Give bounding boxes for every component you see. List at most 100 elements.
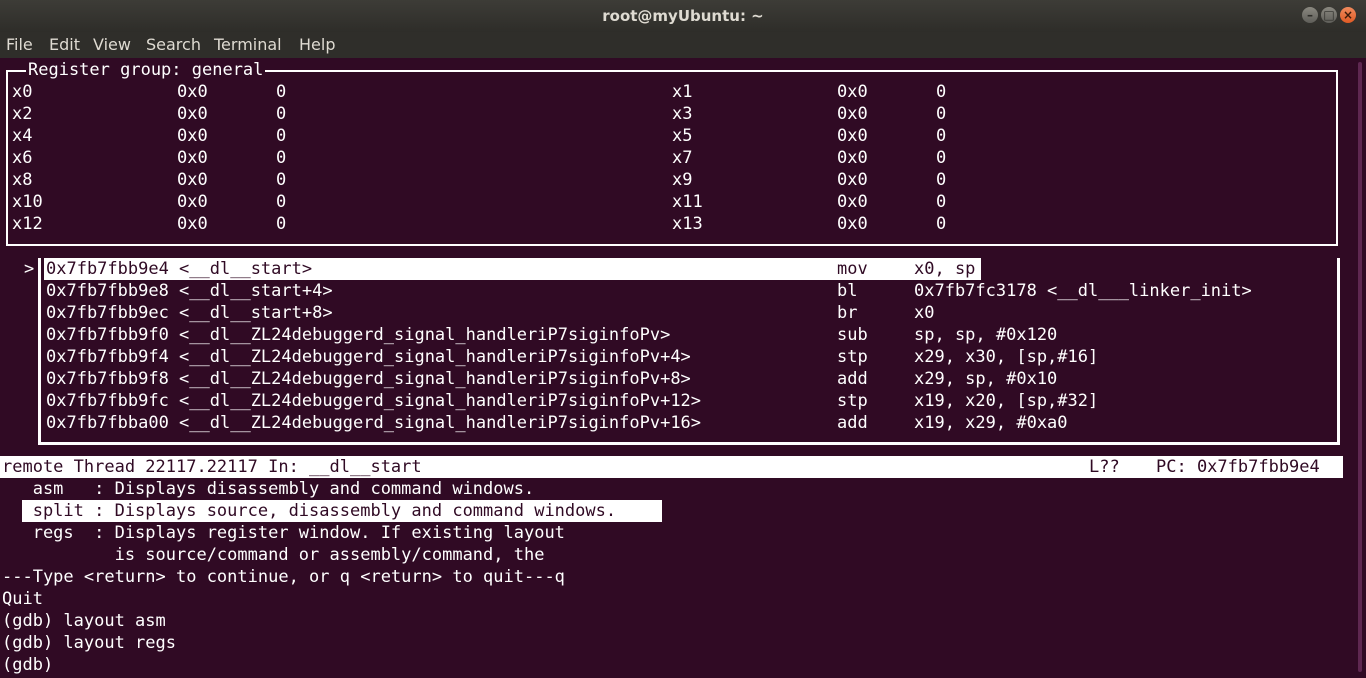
- asm-row: 0x7fb7fbb9f0 <__dl__ZL24debuggerd_signal…: [44, 324, 1332, 346]
- window-controls: – □ ×: [1302, 7, 1356, 23]
- register-r-hex: 0x0: [837, 148, 868, 168]
- asm-row: 0x7fb7fbb9fc <__dl__ZL24debuggerd_signal…: [44, 390, 1332, 412]
- asm-args: x0, sp: [914, 259, 976, 279]
- register-l-name: x4: [12, 126, 33, 146]
- register-l-name: x12: [12, 214, 43, 234]
- register-l-dec: 0: [276, 214, 287, 234]
- asm-addr: 0x7fb7fbb9f4 <__dl__ZL24debuggerd_signal…: [46, 347, 691, 367]
- menu-search[interactable]: Search: [146, 35, 201, 54]
- register-r-name: x11: [672, 192, 703, 212]
- menu-edit[interactable]: Edit: [49, 35, 80, 54]
- window-title: root@myUbuntu: ~: [602, 7, 764, 25]
- console-line: regs : Displays register window. If exis…: [2, 523, 565, 543]
- menu-help[interactable]: Help: [299, 35, 335, 54]
- register-r-name: x9: [672, 170, 693, 190]
- asm-op: add: [837, 369, 868, 389]
- asm-addr: 0x7fb7fbb9f0 <__dl__ZL24debuggerd_signal…: [46, 325, 671, 345]
- register-l-name: x10: [12, 192, 43, 212]
- maximize-icon[interactable]: □: [1321, 7, 1337, 23]
- register-r-hex: 0x0: [837, 82, 868, 102]
- asm-args: x19, x29, #0xa0: [914, 413, 1068, 433]
- register-r-dec: 0: [936, 82, 947, 102]
- asm-row: 0x7fb7fbb9e8 <__dl__start+4> bl 0x7fb7fc31…: [44, 280, 1332, 302]
- asm-args: x19, x20, [sp,#32]: [914, 391, 1099, 411]
- asm-args: x0: [914, 303, 935, 323]
- register-r-dec: 0: [936, 214, 947, 234]
- status-pc: PC: 0x7fb7fbb9e4: [1156, 457, 1320, 477]
- asm-args: x29, x30, [sp,#16]: [914, 347, 1099, 367]
- asm-addr: 0x7fb7fbb9ec <__dl__start+8>: [46, 303, 333, 323]
- asm-row: 0x7fb7fbba00 <__dl__ZL24debuggerd_signal…: [44, 412, 1332, 434]
- asm-op: stp: [837, 347, 868, 367]
- menu-terminal[interactable]: Terminal: [214, 35, 282, 54]
- console-line: asm : Displays disassembly and command w…: [2, 479, 535, 499]
- asm-addr: 0x7fb7fbb9e8 <__dl__start+4>: [46, 281, 333, 301]
- register-l-name: x2: [12, 104, 33, 124]
- asm-addr: 0x7fb7fbb9fc <__dl__ZL24debuggerd_signal…: [46, 391, 702, 411]
- register-r-hex: 0x0: [837, 104, 868, 124]
- status-bar: remote Thread 22117.22117 In: __dl__star…: [0, 456, 1343, 478]
- asm-addr: 0x7fb7fbba00 <__dl__ZL24debuggerd_signal…: [46, 413, 702, 433]
- asm-addr: 0x7fb7fbb9f8 <__dl__ZL24debuggerd_signal…: [46, 369, 691, 389]
- asm-row-current: 0x7fb7fbb9e4 <__dl__start> mov x0, sp: [44, 258, 981, 280]
- register-l-dec: 0: [276, 192, 287, 212]
- register-window-title: Register group: general: [26, 59, 266, 81]
- register-l-hex: 0x0: [177, 104, 208, 124]
- current-instruction-marker: >: [24, 259, 35, 279]
- register-r-name: x7: [672, 148, 693, 168]
- window-titlebar: root@myUbuntu: ~ – □ ×: [0, 0, 1366, 32]
- register-l-name: x0: [12, 82, 33, 102]
- register-l-name: x8: [12, 170, 33, 190]
- register-r-name: x5: [672, 126, 693, 146]
- menu-bar: File Edit View Search Terminal Help: [0, 32, 1366, 58]
- asm-args: 0x7fb7fc3178 <__dl___linker_init>: [914, 281, 1252, 301]
- console-line: (gdb) layout regs: [2, 633, 176, 653]
- asm-op: stp: [837, 391, 868, 411]
- register-r-dec: 0: [936, 126, 947, 146]
- register-r-hex: 0x0: [837, 192, 868, 212]
- console-line: (gdb) layout asm: [2, 611, 166, 631]
- asm-args: sp, sp, #0x120: [914, 325, 1058, 345]
- asm-addr: 0x7fb7fbb9e4 <__dl__start>: [46, 259, 313, 279]
- register-r-dec: 0: [936, 104, 947, 124]
- register-r-name: x1: [672, 82, 693, 102]
- console-line: Quit: [2, 589, 43, 609]
- register-l-dec: 0: [276, 170, 287, 190]
- asm-op: br: [837, 303, 858, 323]
- asm-row: 0x7fb7fbb9f8 <__dl__ZL24debuggerd_signal…: [44, 368, 1332, 390]
- register-r-hex: 0x0: [837, 214, 868, 234]
- register-l-dec: 0: [276, 148, 287, 168]
- register-l-name: x6: [12, 148, 33, 168]
- register-l-hex: 0x0: [177, 82, 208, 102]
- register-l-dec: 0: [276, 82, 287, 102]
- asm-row: 0x7fb7fbb9f4 <__dl__ZL24debuggerd_signal…: [44, 346, 1332, 368]
- register-r-name: x3: [672, 104, 693, 124]
- menu-file[interactable]: File: [6, 35, 33, 54]
- asm-op: add: [837, 413, 868, 433]
- console-line: split : Displays source, disassembly and…: [2, 501, 617, 521]
- minimize-icon[interactable]: –: [1302, 7, 1318, 23]
- asm-row: 0x7fb7fbb9ec <__dl__start+8> br x0: [44, 302, 1332, 324]
- menu-view[interactable]: View: [93, 35, 131, 54]
- register-r-hex: 0x0: [837, 170, 868, 190]
- scrollbar-thumb[interactable]: [1358, 62, 1362, 672]
- register-r-dec: 0: [936, 170, 947, 190]
- asm-op: mov: [837, 259, 868, 279]
- register-l-hex: 0x0: [177, 148, 208, 168]
- console-line: ---Type <return> to continue, or q <retu…: [2, 567, 565, 587]
- console-line: (gdb): [2, 655, 64, 675]
- register-r-hex: 0x0: [837, 126, 868, 146]
- register-l-dec: 0: [276, 126, 287, 146]
- register-r-dec: 0: [936, 148, 947, 168]
- asm-op: bl: [837, 281, 858, 301]
- register-l-hex: 0x0: [177, 126, 208, 146]
- register-r-dec: 0: [936, 192, 947, 212]
- asm-args: x29, sp, #0x10: [914, 369, 1058, 389]
- close-icon[interactable]: ×: [1340, 7, 1356, 23]
- status-thread: remote Thread 22117.22117 In: __dl__star…: [2, 457, 422, 477]
- console-line: is source/command or assembly/command, t…: [2, 545, 545, 565]
- terminal-area[interactable]: Register group: general x0 0x0 0 x1 0x0 0 x2 0x…: [0, 58, 1354, 678]
- scrollbar[interactable]: [1354, 58, 1366, 678]
- register-l-hex: 0x0: [177, 192, 208, 212]
- register-l-dec: 0: [276, 104, 287, 124]
